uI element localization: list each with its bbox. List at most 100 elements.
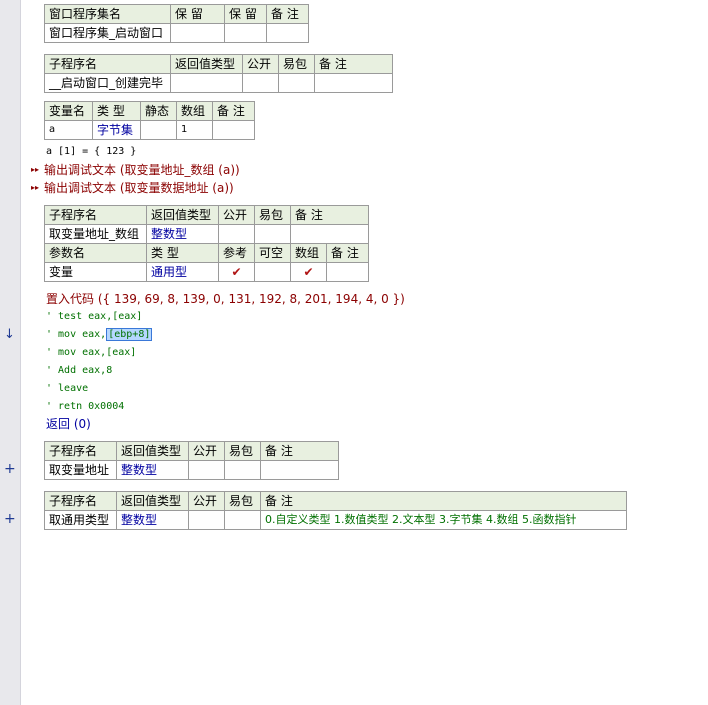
var-note-cell[interactable] xyxy=(212,120,255,140)
comment-line-selected[interactable]: ' mov eax, [ebp+8] xyxy=(46,326,153,344)
code-line-return[interactable]: 返回 (0) xyxy=(46,415,91,435)
sub-name-cell[interactable]: __启动窗口_创建完毕 xyxy=(44,73,171,93)
comment-line[interactable]: ' test eax,[eax] xyxy=(46,308,142,326)
header-easy-pkg: 易包 xyxy=(224,441,261,461)
sub-name-cell[interactable]: 取通用类型 xyxy=(44,510,117,530)
code-line-call1[interactable]: 输出调试文本 (取变量地址_数组 (a)) xyxy=(44,161,240,179)
header-static: 静态 xyxy=(140,101,177,121)
header-sub-name: 子程序名 xyxy=(44,205,147,225)
header-note: 备 注 xyxy=(212,101,255,121)
arrow-down-icon[interactable]: ↓ xyxy=(4,326,15,344)
header-return-type: 返回值类型 xyxy=(170,54,243,74)
note-cell[interactable] xyxy=(290,224,369,244)
header-note: 备 注 xyxy=(326,243,369,263)
header-window-set-name: 窗口程序集名 xyxy=(44,4,171,24)
sub-name-cell[interactable]: 取变量地址_数组 xyxy=(44,224,147,244)
param-name-cell[interactable]: 变量 xyxy=(44,262,147,282)
comment-line[interactable]: ' leave xyxy=(46,380,88,398)
sub1-table-block: 子程序名 返回值类型 公开 易包 备 注 __启动窗口_创建完毕 xyxy=(44,54,393,93)
return-type-cell[interactable]: 整数型 xyxy=(116,460,189,480)
param-type-cell[interactable]: 通用型 xyxy=(146,262,219,282)
return-type-cell[interactable] xyxy=(170,73,243,93)
header-return-type: 返回值类型 xyxy=(116,491,189,511)
window-set-table-block: 窗口程序集名 保 留 保 留 备 注 窗口程序集_启动窗口 xyxy=(44,4,309,43)
header-public: 公开 xyxy=(242,54,279,74)
text-selection[interactable]: [ebp+8] xyxy=(106,328,153,341)
return-statement: 返回 (0) xyxy=(46,417,91,431)
sub4-table-block: 子程序名 返回值类型 公开 易包 备 注 取通用类型 整数型 0.自定义类型 1… xyxy=(44,491,627,530)
header-array: 数组 xyxy=(290,243,327,263)
var-name-cell[interactable]: a xyxy=(44,120,93,140)
sub1-var-table-block: 变量名 类 型 静态 数组 备 注 a 字节集 1 xyxy=(44,101,255,140)
easy-pkg-cell[interactable] xyxy=(224,510,261,530)
return-type-cell[interactable]: 整数型 xyxy=(116,510,189,530)
header-reserved-1: 保 留 xyxy=(170,4,225,24)
note-cell[interactable] xyxy=(260,460,339,480)
reserved-2-cell[interactable] xyxy=(224,23,267,43)
insert-code-text: 置入代码 ({ 139, 69, 8, 139, 0, 131, 192, 8,… xyxy=(46,292,405,306)
header-note: 备 注 xyxy=(314,54,393,74)
var-static-cell[interactable] xyxy=(140,120,177,140)
public-cell[interactable] xyxy=(188,510,225,530)
comment-line[interactable]: ' Add eax,8 xyxy=(46,362,112,380)
header-note: 备 注 xyxy=(266,4,309,24)
local-var-table: 变量名 类 型 静态 数组 备 注 a 字节集 1 xyxy=(44,101,255,140)
easy-pkg-cell[interactable] xyxy=(224,460,261,480)
easy-pkg-cell[interactable] xyxy=(278,73,315,93)
header-nullable: 可空 xyxy=(254,243,291,263)
header-sub-name: 子程序名 xyxy=(44,441,117,461)
code-line-call2[interactable]: 输出调试文本 (取变量数据地址 (a)) xyxy=(44,179,234,197)
by-ref-check-icon[interactable]: ✔ xyxy=(218,262,255,282)
param-note-cell[interactable] xyxy=(326,262,369,282)
comment-line[interactable]: ' mov eax,[eax] xyxy=(46,344,136,362)
var-array-cell[interactable]: 1 xyxy=(176,120,213,140)
nullable-cell[interactable] xyxy=(254,262,291,282)
header-sub-name: 子程序名 xyxy=(44,54,171,74)
window-set-table: 窗口程序集名 保 留 保 留 备 注 窗口程序集_启动窗口 xyxy=(44,4,309,43)
header-note: 备 注 xyxy=(260,491,627,511)
call-arrow-icon: ▸▸ xyxy=(31,165,40,174)
note-cell[interactable] xyxy=(266,23,309,43)
comment-prefix: ' mov eax, xyxy=(46,329,107,340)
code-line-assign[interactable]: a [1] = { 123 } xyxy=(46,143,136,161)
header-reserved-2: 保 留 xyxy=(224,4,267,24)
public-cell[interactable] xyxy=(218,224,255,244)
easy-pkg-cell[interactable] xyxy=(254,224,291,244)
var-type-cell[interactable]: 字节集 xyxy=(92,120,141,140)
sub3-table: 子程序名 返回值类型 公开 易包 备 注 取变量地址 整数型 xyxy=(44,441,339,480)
public-cell[interactable] xyxy=(188,460,225,480)
header-by-ref: 参考 xyxy=(218,243,255,263)
sub1-table: 子程序名 返回值类型 公开 易包 备 注 __启动窗口_创建完毕 xyxy=(44,54,393,93)
return-type-cell[interactable]: 整数型 xyxy=(146,224,219,244)
note-cell[interactable]: 0.自定义类型 1.数值类型 2.文本型 3.字节集 4.数组 5.函数指针 xyxy=(260,510,627,530)
code-line-insert[interactable]: 置入代码 ({ 139, 69, 8, 139, 0, 131, 192, 8,… xyxy=(46,290,405,310)
comment-line[interactable]: ' retn 0x0004 xyxy=(46,398,124,416)
public-cell[interactable] xyxy=(242,73,279,93)
expand-plus-icon[interactable]: + xyxy=(4,461,16,477)
header-return-type: 返回值类型 xyxy=(116,441,189,461)
header-public: 公开 xyxy=(218,205,255,225)
header-easy-pkg: 易包 xyxy=(278,54,315,74)
sub2-table-block: 子程序名 返回值类型 公开 易包 备 注 取变量地址_数组 整数型 参数名 类 … xyxy=(44,205,369,282)
header-var-name: 变量名 xyxy=(44,101,93,121)
header-return-type: 返回值类型 xyxy=(146,205,219,225)
sub4-table: 子程序名 返回值类型 公开 易包 备 注 取通用类型 整数型 0.自定义类型 1… xyxy=(44,491,627,530)
header-type: 类 型 xyxy=(92,101,141,121)
header-easy-pkg: 易包 xyxy=(224,491,261,511)
header-public: 公开 xyxy=(188,491,225,511)
window-set-name-cell[interactable]: 窗口程序集_启动窗口 xyxy=(44,23,171,43)
header-type: 类 型 xyxy=(146,243,219,263)
header-param-name: 参数名 xyxy=(44,243,147,263)
note-cell[interactable] xyxy=(314,73,393,93)
header-sub-name: 子程序名 xyxy=(44,491,117,511)
array-check-icon[interactable]: ✔ xyxy=(290,262,327,282)
header-public: 公开 xyxy=(188,441,225,461)
header-note: 备 注 xyxy=(290,205,369,225)
sub-name-cell[interactable]: 取变量地址 xyxy=(44,460,117,480)
call-arrow-icon: ▸▸ xyxy=(31,183,40,192)
expand-plus-icon[interactable]: + xyxy=(4,511,16,527)
header-easy-pkg: 易包 xyxy=(254,205,291,225)
reserved-1-cell[interactable] xyxy=(170,23,225,43)
header-array: 数组 xyxy=(176,101,213,121)
line-gutter[interactable] xyxy=(0,0,21,705)
